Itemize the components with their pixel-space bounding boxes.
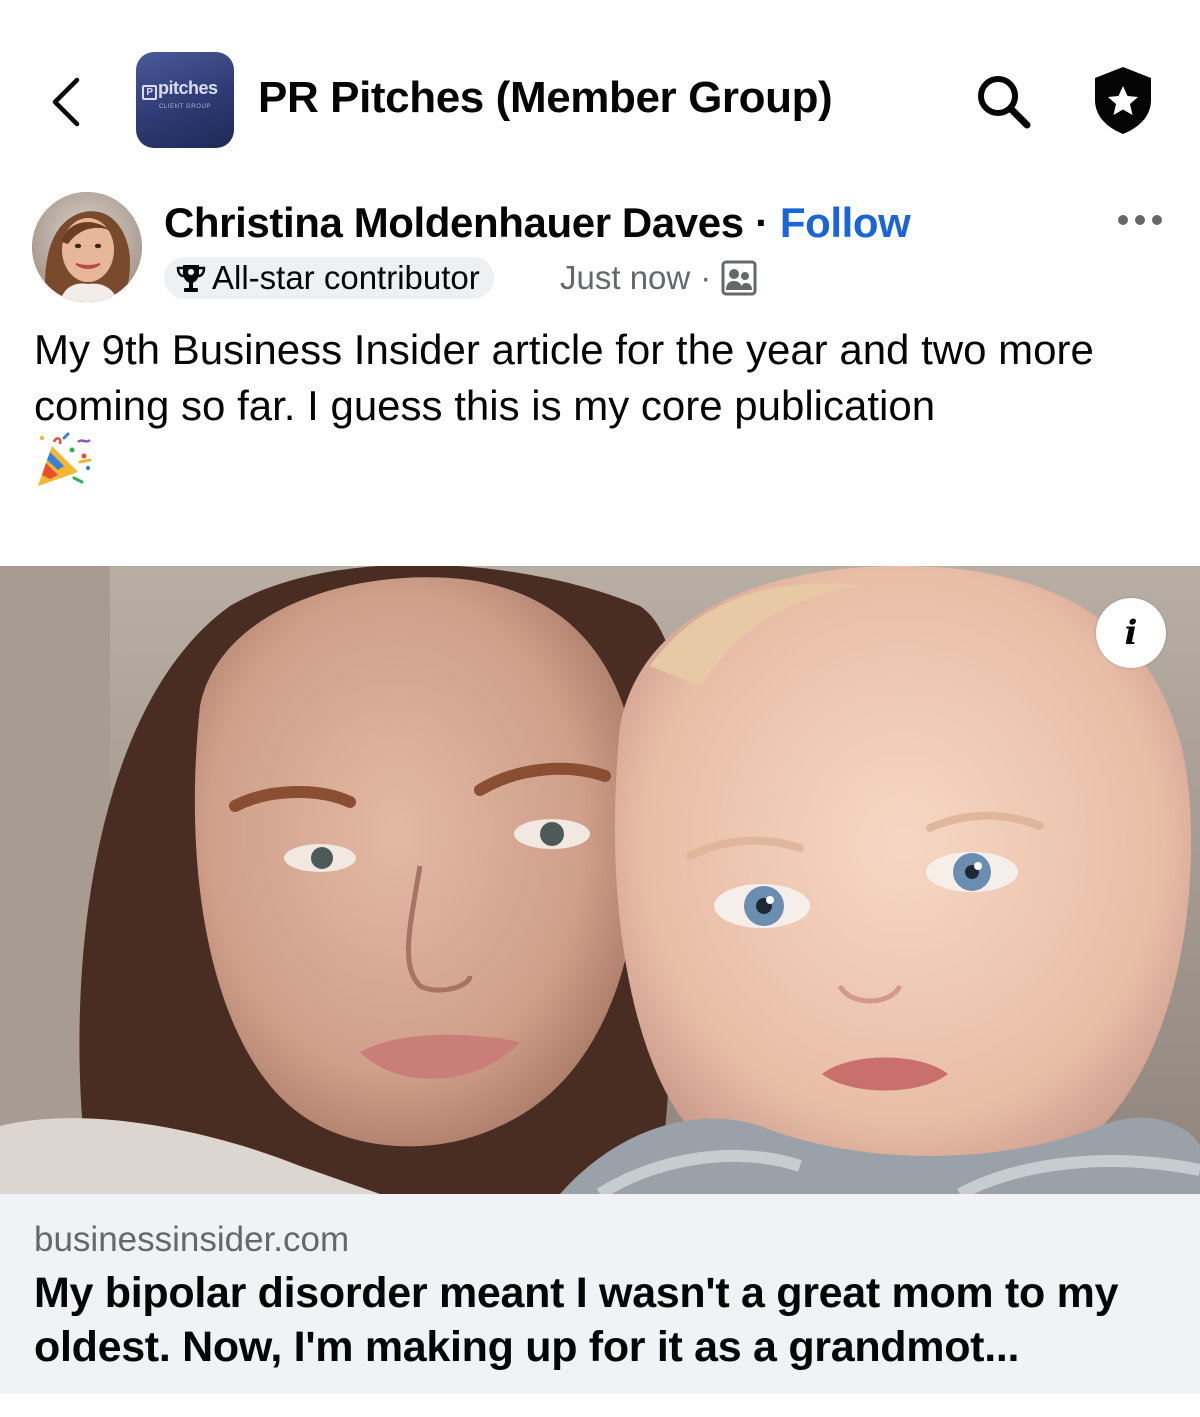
article-photo <box>0 566 1200 1194</box>
contributor-badge[interactable]: All-star contributor <box>164 257 494 299</box>
link-title[interactable]: My bipolar disorder meant I wasn't a gre… <box>34 1266 1174 1374</box>
author-line: Christina Moldenhauer Daves · Follow <box>164 196 911 250</box>
search-button[interactable] <box>968 66 1038 136</box>
group-logo[interactable]: Ppitches CLIENT GROUP <box>136 52 234 148</box>
trophy-icon <box>176 265 206 292</box>
meta-separator: · <box>700 259 712 296</box>
group-title[interactable]: PR Pitches (Member Group) <box>258 70 833 126</box>
party-popper-icon <box>38 432 92 486</box>
follow-button[interactable]: Follow <box>780 199 911 246</box>
shield-star-icon <box>1095 67 1151 134</box>
link-domain: businessinsider.com <box>34 1220 350 1259</box>
post-meta: Just now · <box>560 257 757 299</box>
more-horizontal-icon <box>1118 215 1162 225</box>
shield-button[interactable] <box>1088 62 1158 138</box>
post-timestamp[interactable]: Just now <box>560 259 690 297</box>
party-popper-emoji <box>34 432 94 490</box>
badge-label: All-star contributor <box>212 259 480 296</box>
group-header: Ppitches CLIENT GROUP PR Pitches (Member… <box>0 0 1200 190</box>
author-name[interactable]: Christina Moldenhauer Daves <box>164 199 744 246</box>
link-preview-image[interactable] <box>0 566 1200 1194</box>
group-members-icon <box>721 260 757 296</box>
more-options-button[interactable] <box>1110 202 1170 238</box>
author-avatar[interactable] <box>32 192 142 302</box>
name-separator: · <box>754 199 769 246</box>
group-logo-wordmark: Ppitches <box>142 78 218 100</box>
search-icon <box>978 76 1031 129</box>
chevron-left-icon <box>52 77 80 127</box>
group-logo-subtext: CLIENT GROUP <box>158 104 212 110</box>
post-text: My 9th Business Insider article for the … <box>34 326 1094 429</box>
back-button[interactable] <box>38 70 94 134</box>
author-avatar-image <box>32 192 142 302</box>
info-button[interactable]: i <box>1096 598 1166 668</box>
